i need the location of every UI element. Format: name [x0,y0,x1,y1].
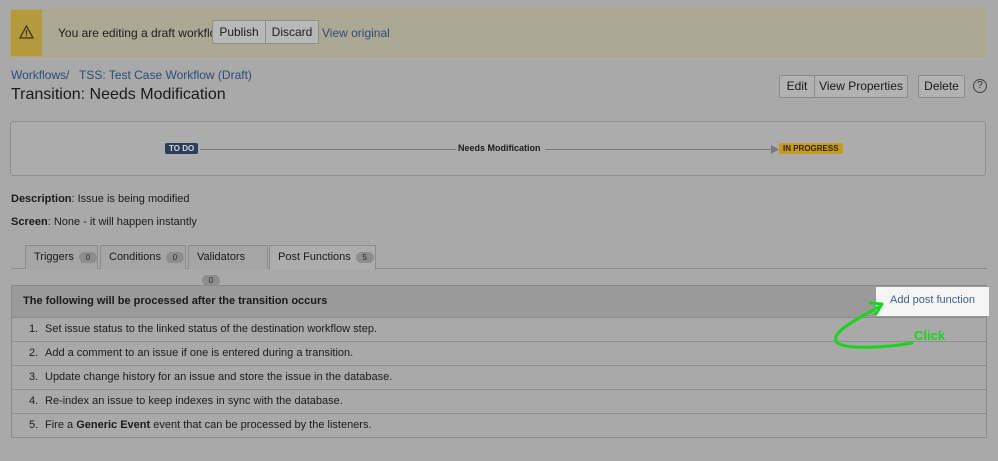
annotation-arrow-icon [834,301,914,349]
table-header-text: The following will be processed after th… [23,295,328,307]
row-text: Fire a Generic Event event that can be p… [45,419,372,431]
row-text: Add a comment to an issue if one is ente… [45,347,354,359]
breadcrumb-separator: / [66,68,70,82]
count-badge: 0 [165,252,184,263]
screen-value: : None - it will happen instantly [47,216,197,228]
generic-event-label: Generic Event [76,419,151,431]
row-text-pre: Fire a [45,419,77,431]
row-number: 2. [29,347,39,359]
description-label: Description [11,193,72,205]
arrow-right-icon [771,145,779,154]
description-line: Description: Issue is being modified [11,193,190,205]
edit-button[interactable]: Edit [779,75,815,98]
row-number: 1. [29,323,39,335]
row-number: 4. [29,395,39,407]
row-text: Re-index an issue to keep indexes in syn… [45,395,343,407]
tab-validators[interactable]: Validators0 [188,245,268,286]
status-in-progress: IN PROGRESS [779,143,843,154]
banner-accent [11,10,42,56]
breadcrumb-workflows[interactable]: Workflows [11,68,66,82]
tab-triggers[interactable]: Triggers 0 [25,245,98,269]
table-row: 5. Fire a Generic Event event that can b… [12,414,986,437]
row-number: 5. [29,419,39,431]
row-text: Update change history for an issue and s… [45,371,393,383]
count-badge: 0 [78,252,97,263]
draft-warning-banner: You are editing a draft workflow. Publis… [10,9,986,57]
page-title: Transition: Needs Modification [11,86,226,103]
transition-name: Needs Modification [456,143,543,153]
delete-button[interactable]: Delete [918,75,965,98]
row-text: Set issue status to the linked status of… [45,323,378,335]
screen-line: Screen: None - it will happen instantly [11,216,197,228]
table-row: 3. Update change history for an issue an… [12,366,986,390]
publish-button[interactable]: Publish [212,20,266,44]
tab-conditions[interactable]: Conditions 0 [100,245,186,269]
status-todo: TO DO [165,143,199,154]
banner-message: You are editing a draft workflow. [58,26,228,40]
row-number: 3. [29,371,39,383]
discard-button[interactable]: Discard [265,20,319,44]
warning-icon [19,25,34,39]
click-annotation-label: Click [914,328,946,343]
screen-label: Screen [11,216,48,228]
tab-label: Validators [197,251,246,263]
diagram-line-left [200,149,456,150]
row-text-post: event that can be processed by the liste… [150,419,372,431]
description-value: : Issue is being modified [71,193,190,205]
tab-label: Post Functions [278,251,351,263]
tab-post-functions[interactable]: Post Functions 5 [269,245,376,270]
tab-label: Conditions [109,251,161,263]
table-row: 4. Re-index an issue to keep indexes in … [12,390,986,414]
view-original-link[interactable]: View original [322,26,390,40]
help-icon[interactable]: ? [973,79,987,93]
tab-label: Triggers [34,251,74,263]
breadcrumb-workflow-name[interactable]: TSS: Test Case Workflow (Draft) [79,68,252,82]
diagram-line-right [545,149,773,150]
count-badge: 5 [355,252,374,263]
view-properties-button[interactable]: View Properties [814,75,908,98]
